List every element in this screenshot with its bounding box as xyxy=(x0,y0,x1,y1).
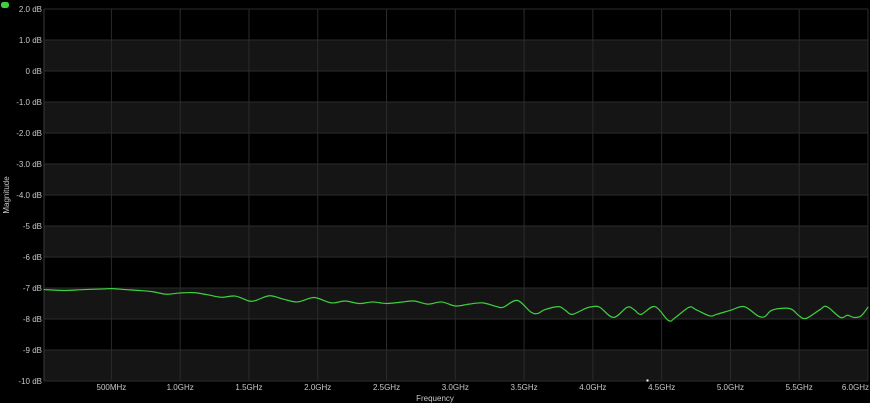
y-tick-label: 1.0 dB xyxy=(19,36,42,45)
grid-band xyxy=(44,40,868,71)
y-tick-label: -9 dB xyxy=(23,346,42,355)
magnitude-frequency-chart: 2.0 dB 1.0 dB 0 dB -1.0 dB -2.0 dB -3.0 dB -4.… xyxy=(1,2,869,403)
grid-band xyxy=(44,133,868,164)
y-tick-label: -5 dB xyxy=(23,222,42,231)
grid-band xyxy=(44,319,868,350)
x-tick-label: 4.5GHz xyxy=(648,383,675,392)
x-tick-label: 4.0GHz xyxy=(579,383,606,392)
y-tick-label: -7 dB xyxy=(23,284,42,293)
grid-band xyxy=(44,257,868,288)
grid-band xyxy=(44,164,868,195)
x-tick-label: 3.5GHz xyxy=(511,383,538,392)
x-tick-label: 2.0GHz xyxy=(304,383,331,392)
x-tick-labels: 500MHz 1.0GHz 1.5GHz 2.0GHz 2.5GHz 3.0GHz 3.5G… xyxy=(97,383,869,392)
y-tick-label: -2.0 dB xyxy=(16,129,42,138)
grid-band xyxy=(44,350,868,381)
y-tick-label: -3.0 dB xyxy=(16,160,42,169)
y-tick-label: 2.0 dB xyxy=(19,5,42,14)
x-tick-label: 1.0GHz xyxy=(167,383,194,392)
x-tick-label: 500MHz xyxy=(97,383,127,392)
x-tick-label: 5.0GHz xyxy=(717,383,744,392)
x-tick-label: 5.5GHz xyxy=(786,383,813,392)
y-tick-label: -6 dB xyxy=(23,253,42,262)
x-tick-label: 1.5GHz xyxy=(235,383,262,392)
x-tick-label: 6.0GHz xyxy=(842,383,869,392)
y-tick-label: -1.0 dB xyxy=(16,98,42,107)
y-tick-labels: 2.0 dB 1.0 dB 0 dB -1.0 dB -2.0 dB -3.0 dB -4.… xyxy=(16,5,42,386)
y-tick-label: -4.0 dB xyxy=(16,191,42,200)
y-tick-label: -8 dB xyxy=(23,315,42,324)
y-axis-title: Magnitude xyxy=(2,176,11,214)
x-tick-label: 2.5GHz xyxy=(373,383,400,392)
x-tick-label: 3.0GHz xyxy=(442,383,469,392)
grid-band xyxy=(44,71,868,102)
series-indicator-badge[interactable] xyxy=(1,2,9,8)
y-tick-label: 0 dB xyxy=(26,67,42,76)
grid-band xyxy=(44,288,868,319)
grid-band xyxy=(44,195,868,226)
cursor-marker[interactable] xyxy=(646,379,649,382)
grid-band xyxy=(44,226,868,257)
grid-band xyxy=(44,102,868,133)
grid-band xyxy=(44,9,868,40)
x-axis-title: Frequency xyxy=(416,394,454,403)
y-tick-label: -10 dB xyxy=(18,377,42,386)
